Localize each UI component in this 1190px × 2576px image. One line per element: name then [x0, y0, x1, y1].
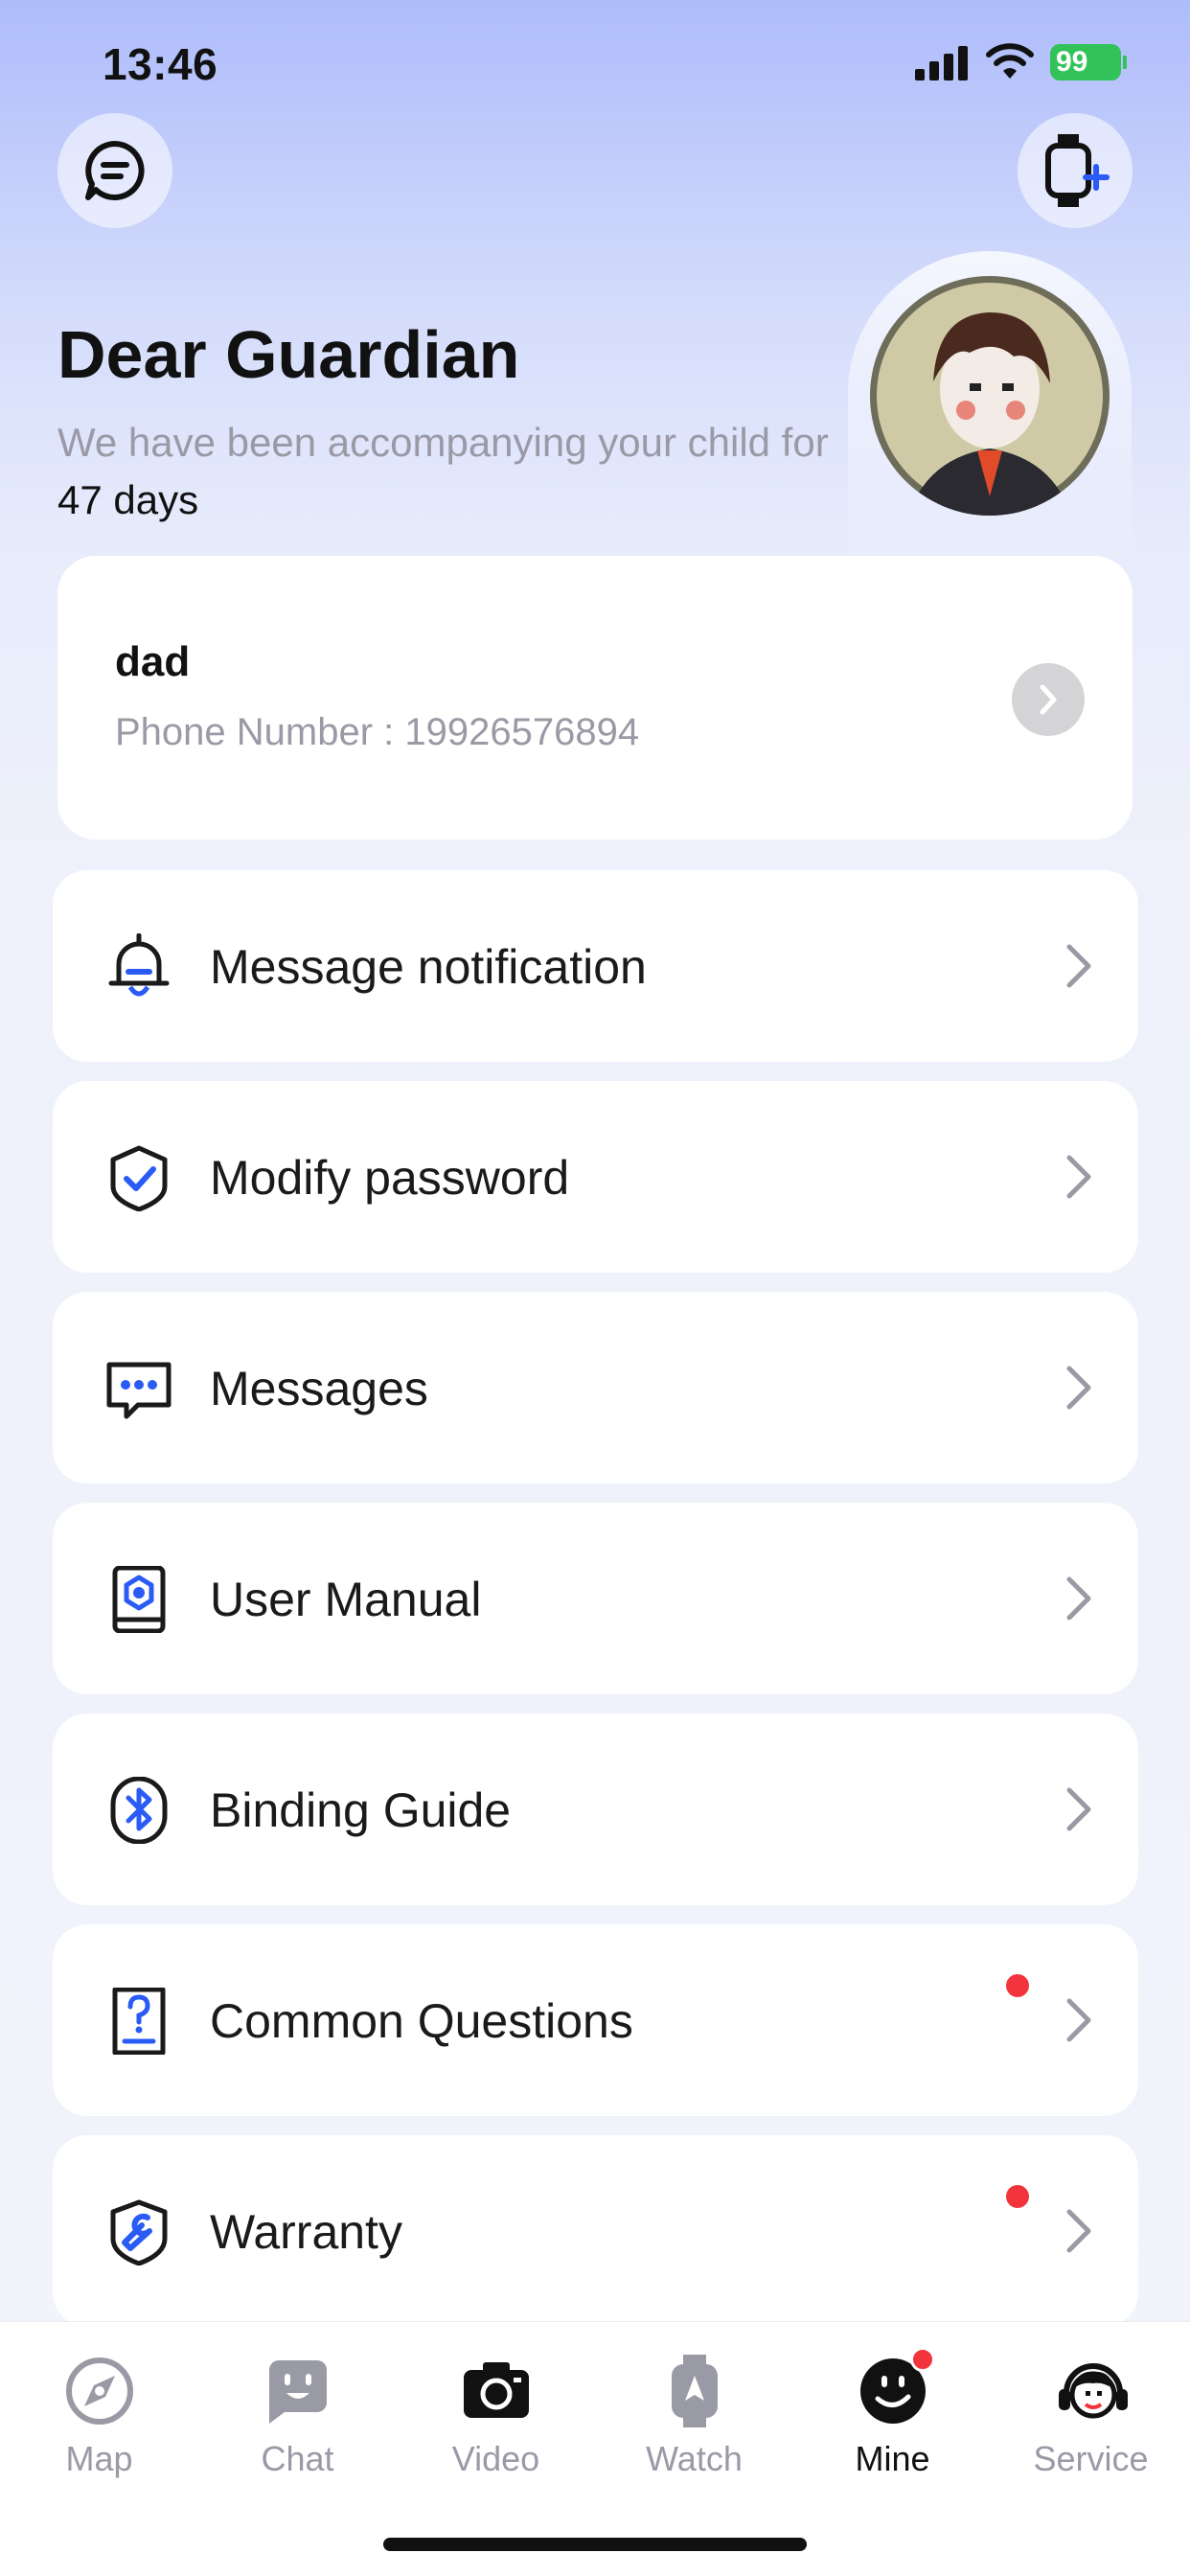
notification-dot [1006, 2185, 1029, 2208]
chevron-right-icon [1066, 1787, 1091, 1831]
chevron-right-icon [1066, 1576, 1091, 1621]
watch-add-icon [1045, 134, 1110, 207]
battery-tip [1123, 56, 1127, 69]
tab-label: Map [65, 2439, 133, 2478]
menu-label: Common Questions [210, 1994, 633, 2048]
question-icon [112, 1988, 166, 2055]
greeting-subtitle: We have been accompanying your child for… [57, 414, 843, 529]
tab-mine[interactable]: Mine [793, 2347, 992, 2479]
tab-watch[interactable]: Watch [595, 2355, 793, 2479]
menu-label: User Manual [210, 1573, 482, 1626]
profile-phone: Phone Number : 19926576894 [115, 711, 640, 753]
tab-label: Chat [261, 2439, 334, 2478]
menu-label: Warranty [210, 2205, 402, 2259]
menu-label: Modify password [210, 1151, 570, 1205]
menu-item-messages[interactable]: Messages [53, 1292, 1138, 1484]
headset-icon [1058, 2363, 1128, 2419]
accompany-days: 47 days [57, 477, 199, 522]
notification-dot [1006, 1974, 1029, 1997]
compass-icon [65, 2358, 133, 2425]
status-time: 13:46 [103, 39, 218, 89]
manual-icon [112, 1566, 166, 1633]
tab-chat[interactable]: Chat [198, 2355, 397, 2479]
profile-card[interactable]: dad Phone Number : 19926576894 [57, 556, 1133, 840]
tab-label: Video [451, 2439, 540, 2478]
menu-item-message-notification[interactable]: Message notification [53, 870, 1138, 1062]
battery-indicator: 99 [1050, 44, 1127, 80]
menu-label: Binding Guide [210, 1783, 512, 1837]
menu-item-modify-password[interactable]: Modify password [53, 1081, 1138, 1273]
add-watch-button[interactable] [1018, 113, 1133, 228]
menu-item-binding-guide[interactable]: Binding Guide [53, 1714, 1138, 1905]
menu-label: Message notification [210, 940, 647, 994]
profile-name: dad [115, 638, 191, 685]
shield-check-icon [110, 1145, 168, 1211]
chevron-right-icon [1040, 684, 1057, 715]
greeting-subtitle-text: We have been accompanying your child for [57, 420, 829, 465]
chat-menu-icon [85, 141, 145, 200]
tab-label: Mine [855, 2439, 930, 2478]
notification-dot [909, 2347, 935, 2372]
tab-service[interactable]: Service [992, 2355, 1190, 2479]
wrench-shield-icon [110, 2199, 168, 2266]
status-bar: 13:46 99 [0, 0, 1190, 125]
menu-item-user-manual[interactable]: User Manual [53, 1503, 1138, 1694]
wifi-icon [986, 43, 1034, 79]
home-indicator [383, 2538, 807, 2551]
watch-icon [671, 2355, 718, 2427]
bell-icon [108, 933, 170, 997]
message-icon [106, 1362, 172, 1419]
tab-label: Watch [646, 2439, 743, 2478]
chat-face-icon [268, 2360, 327, 2424]
bluetooth-icon [110, 1777, 168, 1844]
chevron-right-icon [1066, 2209, 1091, 2253]
chevron-right-icon [1066, 1155, 1091, 1199]
avatar[interactable] [870, 276, 1110, 516]
signal-icon [915, 46, 968, 80]
tab-map[interactable]: Map [0, 2355, 198, 2479]
menu-button[interactable] [57, 113, 172, 228]
menu-item-warranty[interactable]: Warranty [53, 2135, 1138, 2327]
greeting-title: Dear Guardian [57, 317, 520, 392]
menu-item-common-questions[interactable]: Common Questions [53, 1924, 1138, 2116]
tab-video[interactable]: Video [397, 2355, 595, 2479]
battery-level: 99 [1056, 46, 1088, 78]
menu-label: Messages [210, 1362, 428, 1415]
tab-label: Service [1033, 2439, 1149, 2478]
settings-menu: Message notification Modify password Mes… [53, 870, 1138, 2346]
profile-arrow-button[interactable] [1012, 663, 1085, 736]
chevron-right-icon [1066, 1998, 1091, 2042]
chevron-right-icon [1066, 944, 1091, 988]
avatar-illustration [870, 276, 1110, 516]
chevron-right-icon [1066, 1366, 1091, 1410]
camera-icon [463, 2362, 529, 2418]
